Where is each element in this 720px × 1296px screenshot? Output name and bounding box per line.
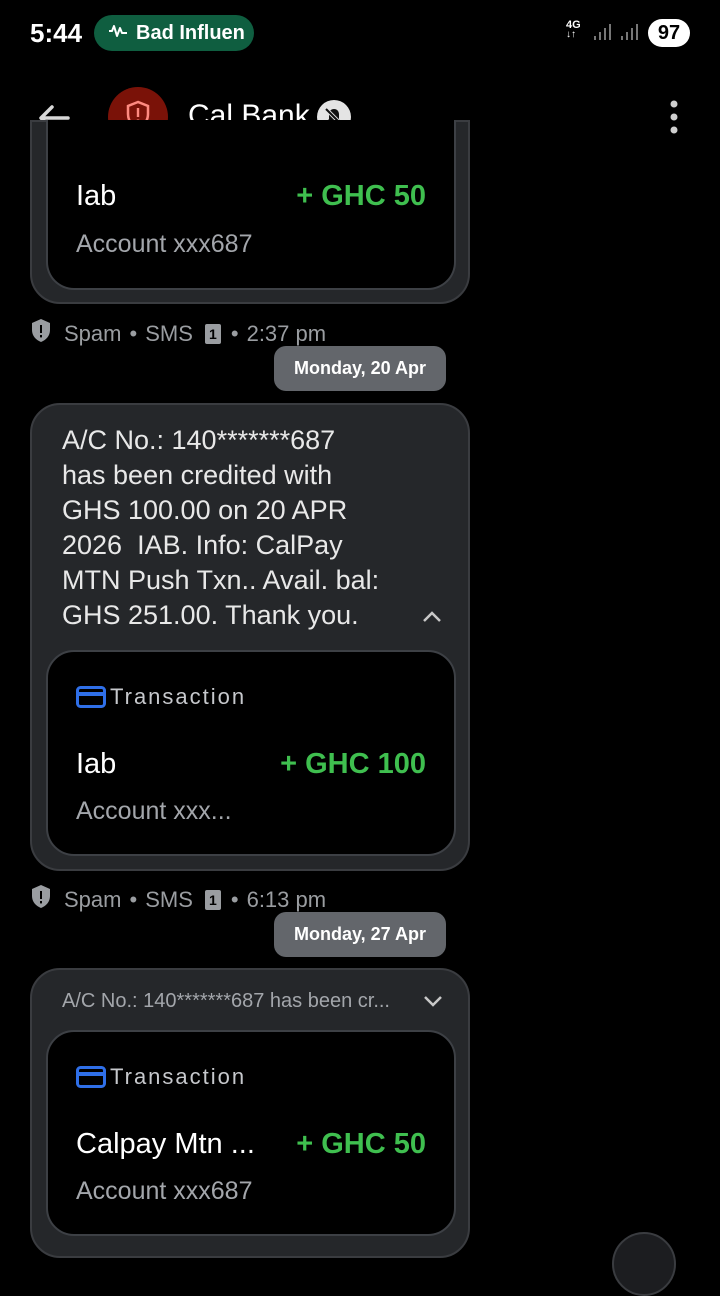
credit-card-icon bbox=[76, 1066, 106, 1088]
waveform-icon bbox=[108, 23, 128, 44]
spam-shield-icon bbox=[30, 884, 52, 916]
payee-name: Iab bbox=[76, 180, 117, 212]
account-number: Account xxx... bbox=[76, 797, 232, 825]
sms-label: SMS bbox=[145, 321, 193, 346]
message-preview: A/C No.: 140*******687 has been cr... bbox=[62, 990, 390, 1012]
credit-card-icon bbox=[76, 686, 106, 708]
now-playing-chip[interactable]: Bad Influen bbox=[94, 15, 254, 51]
sim-icon: 1 bbox=[204, 324, 221, 344]
expand-chevron-icon[interactable] bbox=[422, 994, 444, 1013]
message-meta: Spam • SMS 1 • 2:37 pm bbox=[30, 318, 326, 350]
transaction-card[interactable]: Iab + GHC 50 Account xxx687 bbox=[46, 120, 456, 290]
more-options-icon[interactable] bbox=[664, 96, 684, 140]
amount: + GHC 100 bbox=[280, 748, 426, 780]
transaction-card[interactable]: Transaction Iab + GHC 100 Account xxx... bbox=[46, 650, 456, 856]
transaction-label: Transaction bbox=[110, 684, 247, 709]
battery-indicator: 97 bbox=[648, 19, 690, 47]
sim-icon: 1 bbox=[204, 890, 221, 910]
date-chip: Monday, 20 Apr bbox=[274, 346, 446, 391]
amount: + GHC 50 bbox=[296, 180, 426, 212]
spam-label: Spam bbox=[64, 321, 122, 346]
message-meta: Spam • SMS 1 • 6:13 pm bbox=[30, 884, 326, 916]
message-body: A/C No.: 140*******687 has been credited… bbox=[62, 425, 380, 630]
message-time: 2:37 pm bbox=[246, 321, 327, 346]
now-playing-label: Bad Influen bbox=[136, 21, 245, 44]
account-number: Account xxx687 bbox=[76, 230, 253, 258]
account-number: Account xxx687 bbox=[76, 1177, 253, 1205]
payee-name: Calpay Mtn ... bbox=[76, 1128, 255, 1160]
transaction-card[interactable]: Transaction Calpay Mtn ... + GHC 50 Acco… bbox=[46, 1030, 456, 1236]
payee-name: Iab bbox=[76, 748, 117, 780]
signal-icon-2 bbox=[619, 22, 639, 47]
amount: + GHC 50 bbox=[296, 1128, 426, 1160]
collapse-chevron-icon[interactable] bbox=[420, 609, 444, 630]
sms-label: SMS bbox=[145, 887, 193, 912]
date-chip: Monday, 27 Apr bbox=[274, 912, 446, 957]
spam-label: Spam bbox=[64, 887, 122, 912]
status-time: 5:44 bbox=[30, 18, 83, 48]
message-time: 6:13 pm bbox=[246, 887, 327, 912]
network-type-indicator: 4G ↓↑ bbox=[566, 19, 581, 40]
signal-icon bbox=[592, 22, 612, 47]
spam-shield-icon bbox=[30, 318, 52, 350]
transaction-label: Transaction bbox=[110, 1064, 247, 1089]
